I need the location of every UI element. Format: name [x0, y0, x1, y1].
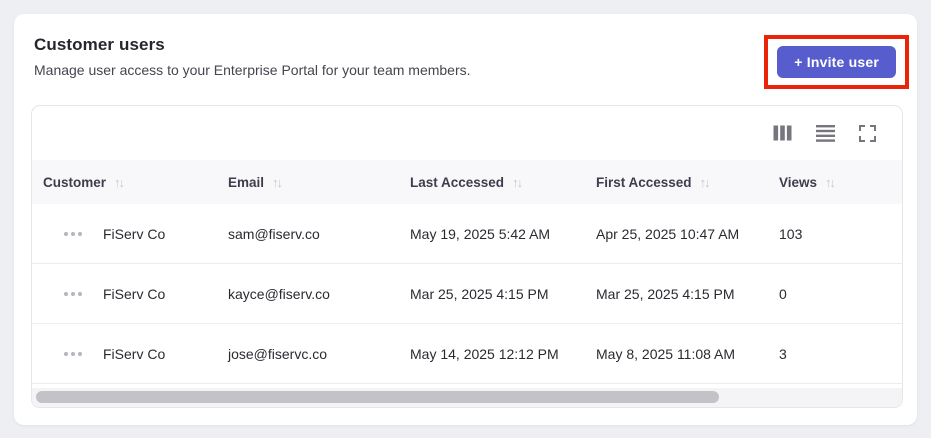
column-header-first-accessed[interactable]: First Accessed ↑↓ — [585, 175, 768, 190]
last-accessed-cell: May 14, 2025 12:12 PM — [410, 345, 559, 362]
horizontal-scrollbar-track[interactable] — [32, 388, 902, 407]
last-accessed-cell: Mar 25, 2025 4:15 PM — [410, 285, 549, 302]
column-header-last-accessed[interactable]: Last Accessed ↑↓ — [399, 175, 585, 190]
sort-icon: ↑↓ — [512, 174, 523, 190]
sort-icon: ↑↓ — [699, 174, 711, 190]
customer-users-card: Customer users Manage user access to you… — [14, 14, 917, 425]
column-label: Email — [228, 174, 265, 190]
sort-icon: ↑↓ — [114, 174, 125, 190]
column-header-email[interactable]: Email ↑↓ — [217, 175, 399, 190]
column-header-customer[interactable]: Customer ↑↓ — [32, 175, 217, 190]
ellipsis-icon[interactable] — [62, 230, 84, 238]
table-row: FiServ Co kayce@fiserv.co Mar 25, 2025 4… — [32, 264, 902, 324]
customer-cell: FiServ Co — [32, 286, 217, 302]
columns-icon[interactable] — [773, 125, 792, 141]
views-cell: 103 — [779, 225, 803, 242]
customer-cell: FiServ Co — [32, 346, 217, 362]
title-block: Customer users Manage user access to you… — [34, 35, 471, 78]
first-accessed-cell: May 8, 2025 11:08 AM — [596, 345, 736, 362]
sort-icon: ↑↓ — [825, 174, 836, 190]
horizontal-scrollbar-thumb[interactable] — [36, 391, 719, 403]
annotation-highlight: + Invite user — [764, 35, 909, 89]
views-cell: 0 — [779, 285, 787, 302]
column-label: First Accessed — [596, 174, 692, 190]
table-header-row: Customer ↑↓ Email ↑↓ Last Accessed ↑↓ Fi… — [32, 160, 902, 204]
table-row: FiServ Co jose@fiservc.co May 14, 2025 1… — [32, 324, 902, 384]
page-title: Customer users — [34, 35, 165, 54]
users-table-card: Customer ↑↓ Email ↑↓ Last Accessed ↑↓ Fi… — [31, 105, 903, 408]
customer-name: FiServ Co — [103, 285, 166, 302]
table-row: FiServ Co sam@fiserv.co May 19, 2025 5:4… — [32, 204, 902, 264]
ellipsis-icon[interactable] — [62, 350, 84, 358]
first-accessed-cell: Mar 25, 2025 4:15 PM — [596, 285, 735, 302]
card-header: Customer users Manage user access to you… — [14, 14, 917, 89]
ellipsis-icon[interactable] — [62, 290, 84, 298]
first-accessed-cell: Apr 25, 2025 10:47 AM — [596, 225, 740, 242]
customer-name: FiServ Co — [103, 225, 166, 242]
column-label: Views — [779, 174, 818, 190]
customer-name: FiServ Co — [103, 345, 166, 362]
invite-user-button[interactable]: + Invite user — [777, 46, 896, 78]
email-cell: sam@fiserv.co — [228, 225, 320, 242]
email-cell: kayce@fiserv.co — [228, 285, 330, 302]
fullscreen-icon[interactable] — [859, 124, 876, 142]
row-density-icon[interactable] — [816, 124, 835, 142]
page-subtitle: Manage user access to your Enterprise Po… — [34, 62, 471, 78]
customer-cell: FiServ Co — [32, 226, 217, 242]
last-accessed-cell: May 19, 2025 5:42 AM — [410, 225, 551, 242]
column-label: Last Accessed — [410, 174, 505, 190]
table-toolbar — [32, 106, 902, 160]
views-cell: 3 — [779, 345, 787, 362]
sort-icon: ↑↓ — [272, 174, 283, 190]
column-header-views[interactable]: Views ↑↓ — [768, 175, 902, 190]
column-label: Customer — [43, 174, 107, 190]
email-cell: jose@fiservc.co — [228, 345, 328, 362]
